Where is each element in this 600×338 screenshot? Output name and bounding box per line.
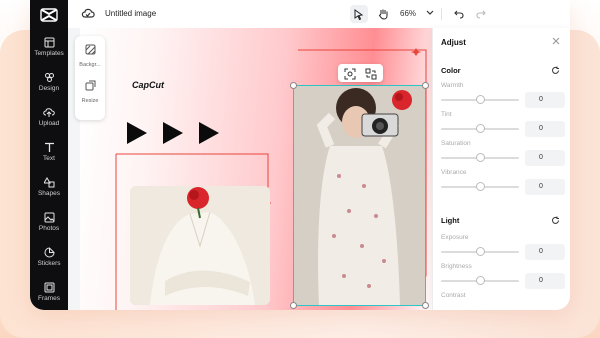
slider-knob[interactable] (476, 124, 485, 133)
app-window: Templates Design Upload Text Shapes Phot… (30, 0, 570, 310)
design-icon (44, 73, 54, 82)
rail-item-text[interactable]: Text (30, 142, 68, 162)
toolbar-divider (441, 8, 442, 20)
frames-icon (44, 282, 54, 293)
hand-tool-button[interactable] (374, 5, 392, 23)
left-rail: Templates Design Upload Text Shapes Phot… (30, 0, 68, 310)
undo-icon (454, 10, 464, 19)
rail-label: Photos (38, 225, 60, 232)
adjust-panel: Adjust Color Warmth 0 Tint 0 Saturation … (432, 28, 570, 310)
camera-photo-art (294, 86, 425, 305)
document-title[interactable]: Untitled image (105, 9, 156, 18)
upload-cloud-icon (43, 108, 55, 117)
slider-label: Exposure (441, 234, 469, 241)
slider-value-input[interactable]: 0 (525, 244, 565, 260)
rail-item-design[interactable]: Design (30, 72, 68, 92)
cursor-icon (354, 8, 364, 20)
photo-woman-camera[interactable] (294, 86, 425, 305)
stickers-icon (44, 247, 55, 258)
rail-label: Upload (38, 120, 60, 127)
slider-label: Brightness (441, 263, 472, 270)
slider-brightness: Brightness 0 (441, 263, 565, 291)
slider-value-input[interactable]: 0 (525, 92, 565, 108)
mini-toolbar: Backgr... Resize (75, 36, 105, 120)
slider-knob[interactable] (476, 153, 485, 162)
resize-handle[interactable] (422, 302, 429, 309)
select-tool-button[interactable] (350, 5, 368, 23)
light-section-title: Light (441, 216, 460, 225)
rail-label: Stickers (37, 260, 61, 267)
close-icon[interactable] (552, 37, 560, 45)
slider-knob[interactable] (476, 182, 485, 191)
replace-image-icon[interactable] (365, 67, 377, 80)
reset-icon[interactable] (551, 216, 560, 225)
rail-item-photos[interactable]: Photos (30, 212, 68, 232)
text-icon (44, 142, 54, 152)
resize-handle[interactable] (290, 302, 297, 309)
slider-label: Contrast (441, 292, 466, 299)
panel-title: Adjust (441, 38, 466, 47)
rail-item-templates[interactable]: Templates (30, 37, 68, 57)
resize-icon (85, 80, 95, 91)
resize-button[interactable]: Resize (75, 78, 105, 104)
rail-item-upload[interactable]: Upload (30, 107, 68, 127)
canvas-area: CapCut Backgr... Resize (68, 28, 434, 310)
rail-label: Templates (34, 50, 64, 57)
slider-tint: Tint 0 (441, 111, 565, 139)
photo-woman-blazer[interactable] (130, 186, 270, 305)
slider-knob[interactable] (476, 276, 485, 285)
templates-icon (44, 37, 54, 48)
slider-knob[interactable] (476, 95, 485, 104)
slider-value-input[interactable]: 0 (525, 273, 565, 289)
shapes-icon (43, 177, 54, 188)
hand-icon (378, 9, 387, 20)
resize-handle[interactable] (422, 82, 429, 89)
rail-label: Shapes (37, 190, 61, 197)
zoom-level[interactable]: 66% (400, 9, 416, 18)
slider-value-input[interactable]: 0 (525, 121, 565, 137)
slider-contrast: Contrast (441, 292, 565, 310)
rail-item-stickers[interactable]: Stickers (30, 247, 68, 267)
floating-image-toolbar (338, 64, 383, 82)
rail-label: Design (38, 85, 60, 92)
chevron-down-icon[interactable] (426, 10, 434, 16)
capcut-logo-icon (40, 8, 58, 22)
rail-item-shapes[interactable]: Shapes (30, 177, 68, 197)
blazer-photo-art (130, 186, 270, 305)
background-button[interactable]: Backgr... (75, 42, 105, 68)
undo-button[interactable] (450, 5, 468, 23)
slider-label: Tint (441, 111, 452, 118)
slider-saturation: Saturation 0 (441, 140, 565, 168)
slider-vibrance: Vibrance 0 (441, 169, 565, 197)
resize-handle[interactable] (290, 82, 297, 89)
artboard[interactable]: CapCut (80, 28, 434, 310)
slider-label: Vibrance (441, 169, 467, 176)
redo-icon (476, 10, 486, 19)
top-bar: Untitled image 66% (68, 0, 570, 28)
rail-label: Frames (37, 295, 61, 302)
slider-label: Saturation (441, 140, 471, 147)
redo-button[interactable] (472, 5, 490, 23)
background-label: Backgr... (79, 62, 101, 68)
rail-item-frames[interactable]: Frames (30, 282, 68, 302)
slider-value-input[interactable]: 0 (525, 179, 565, 195)
crop-tool-icon[interactable] (344, 67, 356, 80)
rail-label: Text (43, 155, 55, 162)
slider-knob[interactable] (476, 247, 485, 256)
background-icon (85, 44, 95, 55)
color-section-title: Color (441, 66, 461, 75)
slider-exposure: Exposure 0 (441, 234, 565, 262)
photos-icon (44, 212, 54, 223)
reset-icon[interactable] (551, 66, 560, 75)
resize-label: Resize (81, 98, 99, 104)
slider-label: Warmth (441, 82, 464, 89)
slider-value-input[interactable]: 0 (525, 150, 565, 166)
cloud-save-icon[interactable] (81, 7, 95, 19)
slider-warmth: Warmth 0 (441, 82, 565, 110)
